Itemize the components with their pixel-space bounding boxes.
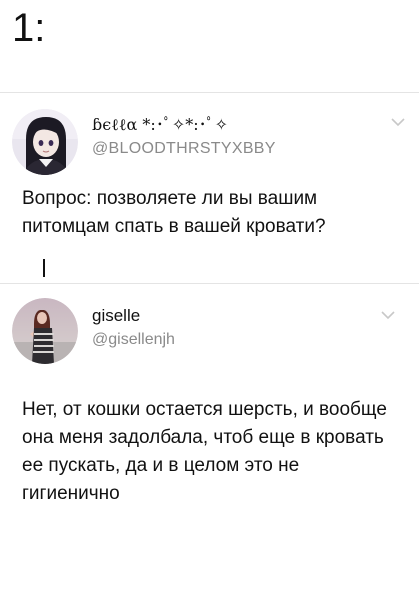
text-cursor	[43, 259, 45, 277]
chevron-down-icon[interactable]	[380, 310, 396, 320]
avatar-giselle[interactable]	[12, 298, 78, 364]
tweet-text: Вопрос: позволяете ли вы вашим питомцам …	[22, 188, 326, 237]
chevron-down-icon[interactable]	[390, 117, 406, 127]
post-number: 1:	[12, 6, 46, 50]
tweet-text: Нет, от кошки остается шерсть, и вообще …	[22, 399, 387, 504]
display-name[interactable]: ɓєℓℓα *:･ﾟ✧*:･ﾟ✧	[92, 115, 228, 135]
user-handle[interactable]: @BLOODTHRSTYXBBY	[92, 139, 276, 159]
avatar-anime-girl[interactable]	[12, 109, 78, 175]
photo-portrait-avatar-image	[12, 298, 78, 364]
anime-girl-avatar-image	[12, 109, 78, 175]
user-handle[interactable]: @gisellenjh	[92, 330, 175, 350]
tweet-reply[interactable]: giselle @gisellenjh Нет, от кошки остает…	[0, 284, 419, 524]
display-name[interactable]: giselle	[92, 306, 140, 326]
tweet-question[interactable]: ɓєℓℓα *:･ﾟ✧*:･ﾟ✧ @BLOODTHRSTYXBBY Вопрос…	[0, 93, 419, 283]
